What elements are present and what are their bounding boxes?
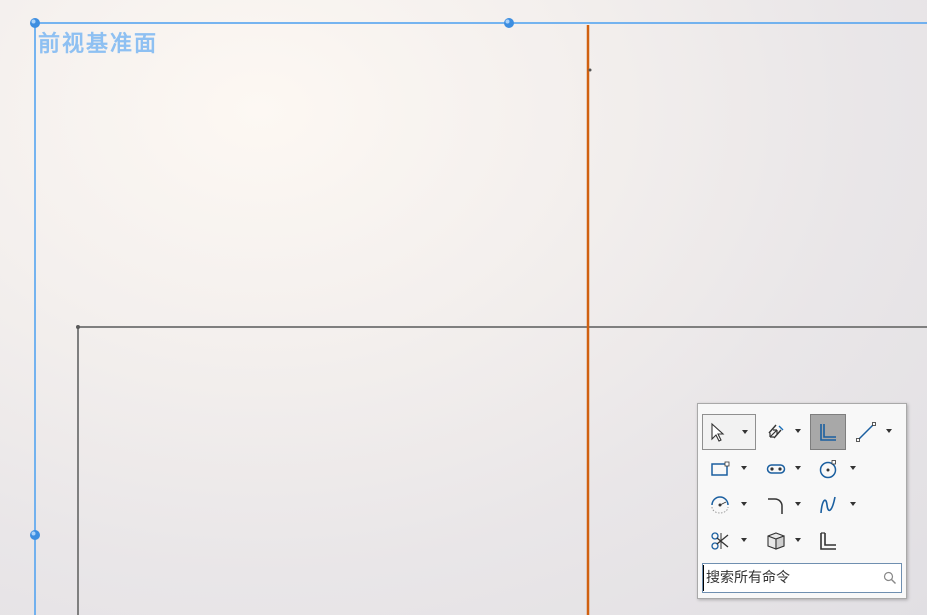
chevron-down-icon[interactable] [794, 536, 802, 544]
chevron-down-icon[interactable] [794, 500, 802, 508]
circle-button[interactable] [810, 451, 846, 487]
line-icon [855, 421, 877, 443]
circle-icon [817, 458, 839, 480]
toolbox-row [702, 451, 902, 487]
chevron-down-icon[interactable] [885, 427, 893, 435]
offset-entities-icon [817, 530, 839, 552]
line-endpoint-marker [588, 68, 592, 72]
corner-rectangle-button[interactable] [810, 414, 846, 450]
search-icon[interactable] [883, 571, 897, 585]
rectangle-button[interactable] [702, 451, 738, 487]
rectangle-icon [709, 458, 731, 480]
command-search-input[interactable] [703, 565, 876, 591]
spline-button[interactable] [810, 487, 846, 523]
slot-button[interactable] [758, 451, 794, 487]
toolbox-row [702, 523, 902, 559]
shortcut-toolbox [697, 403, 907, 599]
toolbox-row [702, 487, 902, 523]
toolbox-row [702, 414, 902, 450]
line-button[interactable] [848, 414, 884, 450]
fillet-icon [765, 494, 787, 516]
fillet-button[interactable] [758, 487, 794, 523]
command-search[interactable] [702, 563, 902, 593]
chevron-down-icon[interactable] [849, 500, 857, 508]
slot-icon [765, 458, 787, 480]
trim-entities-button[interactable] [702, 523, 738, 559]
chevron-down-icon[interactable] [740, 500, 748, 508]
chevron-down-icon[interactable] [740, 464, 748, 472]
select-button[interactable] [702, 414, 756, 450]
plane-handle-top-mid[interactable] [504, 18, 514, 28]
plane-handle-left-mid[interactable] [30, 530, 40, 540]
graphics-area[interactable]: 前视基准面 [0, 0, 927, 615]
pointer-arrow-icon [709, 422, 727, 442]
offset-entities-button[interactable] [810, 523, 846, 559]
chevron-down-icon[interactable] [741, 428, 749, 436]
chevron-down-icon[interactable] [740, 536, 748, 544]
arc-button[interactable] [702, 487, 738, 523]
convert-entities-button[interactable] [758, 523, 794, 559]
chevron-down-icon[interactable] [794, 464, 802, 472]
plane-label: 前视基准面 [38, 31, 159, 57]
chevron-down-icon[interactable] [794, 427, 802, 435]
chevron-down-icon[interactable] [849, 464, 857, 472]
smart-dimension-button[interactable] [758, 414, 794, 450]
spline-icon [817, 494, 839, 516]
trim-entities-icon [709, 530, 731, 552]
convert-entities-icon [765, 530, 787, 552]
sketch-point[interactable] [76, 325, 80, 329]
arc-icon [709, 494, 731, 516]
corner-rectangle-icon [817, 421, 839, 443]
smart-dimension-icon [765, 421, 787, 443]
